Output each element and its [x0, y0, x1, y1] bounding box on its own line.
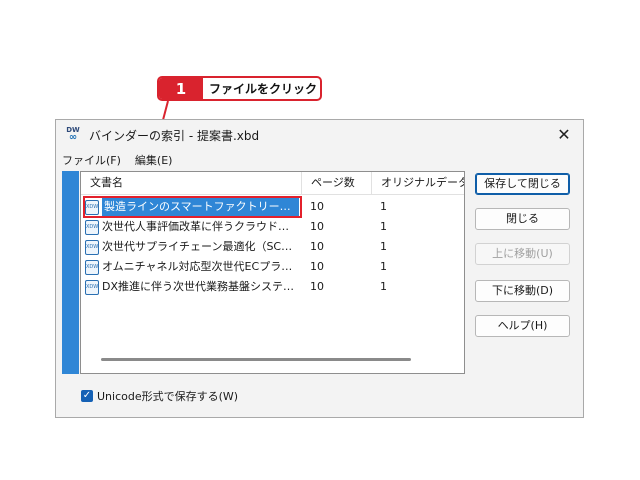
table-row[interactable]: XDW オムニチャネル対応型次世代ECプラット… 10 1 — [81, 257, 464, 277]
original-data-count: 1 — [380, 200, 387, 213]
document-name: 次世代サプライチェーン最適化（SCM… — [102, 240, 299, 253]
xdw-file-icon: XDW — [85, 239, 99, 255]
document-name: 製造ラインのスマートファクトリー化に伴う… — [102, 197, 299, 217]
document-name-cell: XDW 次世代サプライチェーン最適化（SCM… — [85, 237, 299, 257]
instruction-callout: 1 ファイルをクリック — [157, 76, 322, 101]
document-name: オムニチャネル対応型次世代ECプラット… — [102, 260, 299, 273]
document-name: DX推進に伴う次世代業務基盤システ… — [102, 280, 295, 293]
xdw-file-icon: XDW — [85, 199, 99, 215]
horizontal-scrollbar[interactable] — [101, 358, 411, 361]
binder-spine-strip — [62, 171, 79, 374]
move-up-button[interactable]: 上に移動(U) — [475, 243, 570, 265]
column-header-page-count[interactable]: ページ数 — [302, 172, 372, 194]
column-header-document-name[interactable]: 文書名 — [81, 172, 302, 194]
help-button[interactable]: ヘルプ(H) — [475, 315, 570, 337]
original-data-count: 1 — [380, 260, 387, 273]
docuworks-app-icon: DW ∞ — [66, 126, 80, 143]
table-row[interactable]: XDW DX推進に伴う次世代業務基盤システ… 10 1 — [81, 277, 464, 297]
document-name-cell: XDW 製造ラインのスマートファクトリー化に伴う… — [85, 197, 299, 217]
move-down-button[interactable]: 下に移動(D) — [475, 280, 570, 302]
table-row[interactable]: XDW 次世代サプライチェーン最適化（SCM… 10 1 — [81, 237, 464, 257]
page-count: 10 — [310, 280, 324, 293]
close-icon[interactable]: ✕ — [553, 124, 575, 146]
xdw-file-icon: XDW — [85, 219, 99, 235]
close-button[interactable]: 閉じる — [475, 208, 570, 230]
table-row[interactable]: XDW 次世代人事評価改革に伴うクラウド型… 10 1 — [81, 217, 464, 237]
unicode-checkbox-label: Unicode形式で保存する(W) — [97, 390, 239, 403]
title-bar[interactable]: DW ∞ バインダーの索引 - 提案書.xbd ✕ — [56, 120, 583, 150]
save-and-close-button[interactable]: 保存して閉じる — [475, 173, 570, 195]
unicode-checkbox[interactable]: ✓ — [81, 390, 93, 402]
page-count: 10 — [310, 200, 324, 213]
document-list[interactable]: 文書名 ページ数 オリジナルデータ数 XDW 製造ラインのスマートファクトリー化… — [80, 171, 465, 374]
menu-edit[interactable]: 編集(E) — [135, 152, 173, 168]
document-name: 次世代人事評価改革に伴うクラウド型… — [102, 220, 299, 233]
binder-index-dialog: DW ∞ バインダーの索引 - 提案書.xbd ✕ ファイル(F) 編集(E) … — [55, 119, 584, 418]
original-data-count: 1 — [380, 280, 387, 293]
document-name-cell: XDW DX推進に伴う次世代業務基盤システ… — [85, 277, 299, 297]
document-name-cell: XDW オムニチャネル対応型次世代ECプラット… — [85, 257, 299, 277]
original-data-count: 1 — [380, 220, 387, 233]
window-title: バインダーの索引 - 提案書.xbd — [89, 129, 260, 143]
page-count: 10 — [310, 240, 324, 253]
unicode-save-option[interactable]: ✓ Unicode形式で保存する(W) — [81, 388, 238, 404]
document-name-cell: XDW 次世代人事評価改革に伴うクラウド型… — [85, 217, 299, 237]
page-count: 10 — [310, 220, 324, 233]
xdw-file-icon: XDW — [85, 259, 99, 275]
list-header: 文書名 ページ数 オリジナルデータ数 — [81, 172, 464, 195]
menu-bar: ファイル(F) 編集(E) — [56, 152, 172, 168]
original-data-count: 1 — [380, 240, 387, 253]
menu-file[interactable]: ファイル(F) — [62, 152, 121, 168]
xdw-file-icon: XDW — [85, 279, 99, 295]
instruction-text: ファイルをクリック — [209, 82, 318, 96]
page-count: 10 — [310, 260, 324, 273]
table-row[interactable]: XDW 製造ラインのスマートファクトリー化に伴う… 10 1 — [81, 197, 464, 217]
step-number-badge: 1 — [159, 78, 203, 99]
column-header-original-data-count[interactable]: オリジナルデータ数 — [372, 172, 464, 194]
